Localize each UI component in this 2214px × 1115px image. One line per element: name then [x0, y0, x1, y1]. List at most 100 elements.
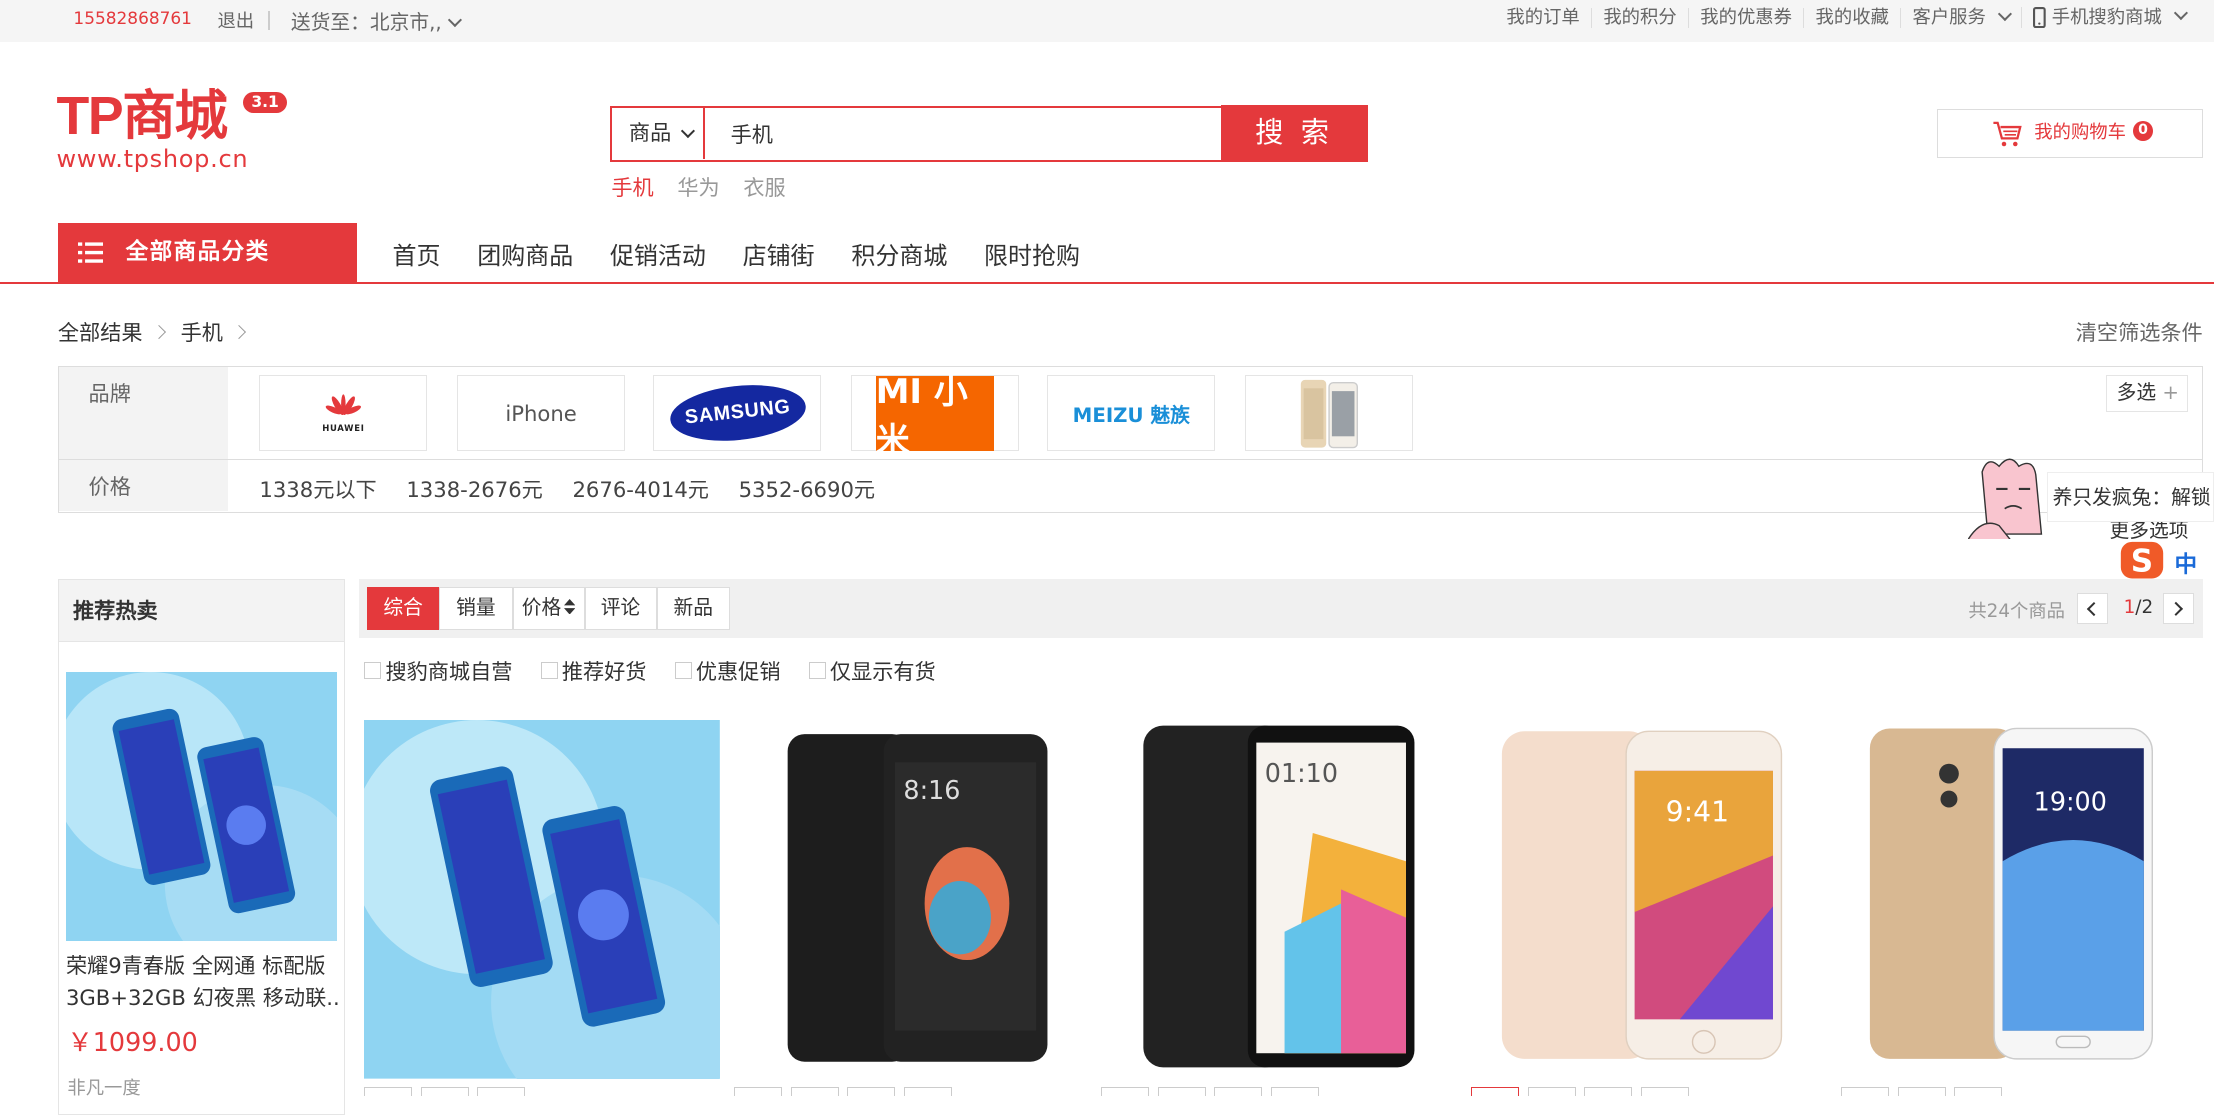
- price-option[interactable]: 1338元以下: [259, 473, 376, 504]
- filter-panel: 品牌 HUAWEI iPhone SAMSUNG MI 小米 MEIZU 魅族 …: [57, 365, 2203, 513]
- sort-reviews[interactable]: 评论: [584, 587, 657, 630]
- price-option[interactable]: 1338-2676元: [406, 473, 542, 504]
- brand-other-phone[interactable]: [1244, 375, 1413, 452]
- sidebar-title: 推荐热卖: [58, 579, 344, 643]
- nav-store-street[interactable]: 店铺街: [743, 236, 815, 271]
- search-button[interactable]: 搜 索: [1220, 105, 1368, 162]
- plus-icon: +: [2162, 381, 2179, 405]
- user-phone[interactable]: 15582868761: [73, 8, 192, 28]
- nav-promotions[interactable]: 促销活动: [610, 236, 706, 271]
- thumbnail[interactable]: [420, 1087, 469, 1096]
- brand-meizu-label: MEIZU 魅族: [1072, 403, 1190, 427]
- brand-iphone[interactable]: iPhone: [457, 375, 626, 452]
- checkbox-in-stock[interactable]: 仅显示有货: [808, 655, 936, 686]
- logo-title: TP商城: [56, 86, 228, 147]
- thumbnail[interactable]: [1157, 1087, 1206, 1096]
- thumbnail[interactable]: [1897, 1087, 1946, 1096]
- chevron-down-icon: [1997, 6, 2012, 21]
- nav-points-mall[interactable]: 积分商城: [851, 236, 947, 271]
- sort-sales[interactable]: 销量: [439, 587, 513, 630]
- chevron-left-icon: [2087, 601, 2102, 616]
- clear-filters-link[interactable]: 清空筛选条件: [2076, 316, 2203, 347]
- checkbox[interactable]: [808, 662, 826, 680]
- cart-button[interactable]: 我的购物车 0: [1937, 108, 2203, 159]
- sort-newest[interactable]: 新品: [656, 587, 730, 630]
- svg-text:8:16: 8:16: [904, 775, 961, 805]
- prev-page-button[interactable]: [2077, 593, 2109, 625]
- brand-huawei-text: HUAWEI: [322, 423, 365, 434]
- price-option[interactable]: 5352-6690元: [739, 473, 875, 504]
- brand-samsung[interactable]: SAMSUNG: [653, 375, 822, 452]
- product-subtext: 非凡一度: [67, 1078, 141, 1100]
- xiaomi-logo: MI 小米: [875, 372, 995, 460]
- my-orders-link[interactable]: 我的订单: [1495, 7, 1591, 28]
- nav-home[interactable]: 首页: [393, 236, 441, 271]
- thumbnail[interactable]: [1640, 1087, 1689, 1096]
- ship-to-selector[interactable]: 送货至：北京市,,: [291, 6, 463, 35]
- breadcrumb-current[interactable]: 手机: [181, 316, 223, 347]
- checkbox[interactable]: [674, 662, 692, 680]
- product-card-image[interactable]: [364, 720, 721, 1079]
- site-logo[interactable]: TP商城 www.tpshop.cn 3.1: [56, 86, 288, 173]
- checkbox[interactable]: [364, 662, 382, 680]
- brand-huawei[interactable]: HUAWEI: [259, 375, 428, 452]
- product-card-image[interactable]: 19:00: [1835, 720, 2192, 1079]
- thumbnail[interactable]: [1471, 1087, 1520, 1096]
- hot-keyword[interactable]: 手机: [611, 175, 653, 200]
- checkbox-self-operated[interactable]: 搜豹商城自营: [364, 655, 512, 686]
- thumbnail[interactable]: [847, 1087, 896, 1096]
- thumbnail[interactable]: [1841, 1087, 1890, 1096]
- mobile-store-menu[interactable]: 手机搜豹商城: [2021, 6, 2197, 29]
- multi-select-button[interactable]: 多选 +: [2105, 375, 2188, 412]
- brand-meizu[interactable]: MEIZU 魅族: [1047, 375, 1216, 452]
- all-categories-label: 全部商品分类: [125, 239, 270, 266]
- logout-link[interactable]: 退出: [217, 7, 254, 33]
- thumbnail[interactable]: [1584, 1087, 1633, 1096]
- nav-divider: [0, 282, 2214, 284]
- thumbnail[interactable]: [1954, 1087, 2003, 1096]
- ime-mascot-icon[interactable]: [1968, 455, 2053, 540]
- product-image[interactable]: [65, 671, 338, 942]
- thumbnail[interactable]: [903, 1087, 952, 1096]
- checkbox[interactable]: [540, 662, 558, 680]
- product-card-image[interactable]: 01:10: [1101, 720, 1458, 1079]
- brand-xiaomi[interactable]: MI 小米: [851, 372, 1020, 460]
- price-option[interactable]: 2676-4014元: [572, 473, 708, 504]
- ime-toolbar[interactable]: S 中: [2118, 539, 2214, 581]
- next-page-button[interactable]: [2163, 593, 2195, 625]
- my-points-link[interactable]: 我的积分: [1591, 7, 1688, 28]
- hot-keyword[interactable]: 华为: [677, 175, 719, 200]
- customer-service-menu[interactable]: 客户服务: [1900, 6, 2021, 28]
- product-card-image[interactable]: 9:41: [1468, 720, 1825, 1079]
- product-name[interactable]: 荣耀9青春版 全网通 标配版 3GB+32GB 幻夜黑 移动联...: [66, 950, 340, 1015]
- search-input[interactable]: [707, 107, 1220, 159]
- sort-default[interactable]: 综合: [367, 587, 440, 630]
- thumbnail[interactable]: [1101, 1087, 1150, 1096]
- checkbox-label: 优惠促销: [695, 659, 781, 685]
- ime-tooltip: 养只发疯兔：解锁: [2047, 471, 2214, 523]
- nav-flash-sale[interactable]: 限时抢购: [984, 236, 1080, 271]
- product-card-image[interactable]: 8:16: [734, 720, 1091, 1079]
- sort-price[interactable]: 价格: [512, 587, 585, 630]
- thumbnail[interactable]: [734, 1087, 783, 1096]
- thumbnail[interactable]: [1214, 1087, 1263, 1096]
- thumbnail[interactable]: [1527, 1087, 1576, 1096]
- all-categories-button[interactable]: 全部商品分类: [57, 223, 358, 283]
- search-category-select[interactable]: 商品: [612, 107, 706, 159]
- chevron-down-icon: [2173, 6, 2188, 21]
- checkbox-recommended[interactable]: 推荐好货: [540, 655, 646, 686]
- breadcrumb-root[interactable]: 全部结果: [58, 316, 143, 347]
- hot-keyword[interactable]: 衣服: [743, 175, 785, 200]
- customer-service-label: 客户服务: [1912, 6, 1986, 28]
- my-coupons-link[interactable]: 我的优惠券: [1687, 7, 1803, 28]
- thumbnail[interactable]: [364, 1087, 413, 1096]
- ime-language-indicator[interactable]: 中: [2174, 546, 2197, 579]
- nav-group-buy[interactable]: 团购商品: [477, 236, 573, 271]
- my-favorites-link[interactable]: 我的收藏: [1803, 7, 1900, 28]
- thumbnail[interactable]: [477, 1087, 526, 1096]
- thumbnail[interactable]: [1270, 1087, 1319, 1096]
- svg-text:19:00: 19:00: [2033, 786, 2106, 816]
- chevron-right-icon: [151, 324, 166, 339]
- thumbnail[interactable]: [790, 1087, 839, 1096]
- checkbox-promotions[interactable]: 优惠促销: [674, 655, 781, 686]
